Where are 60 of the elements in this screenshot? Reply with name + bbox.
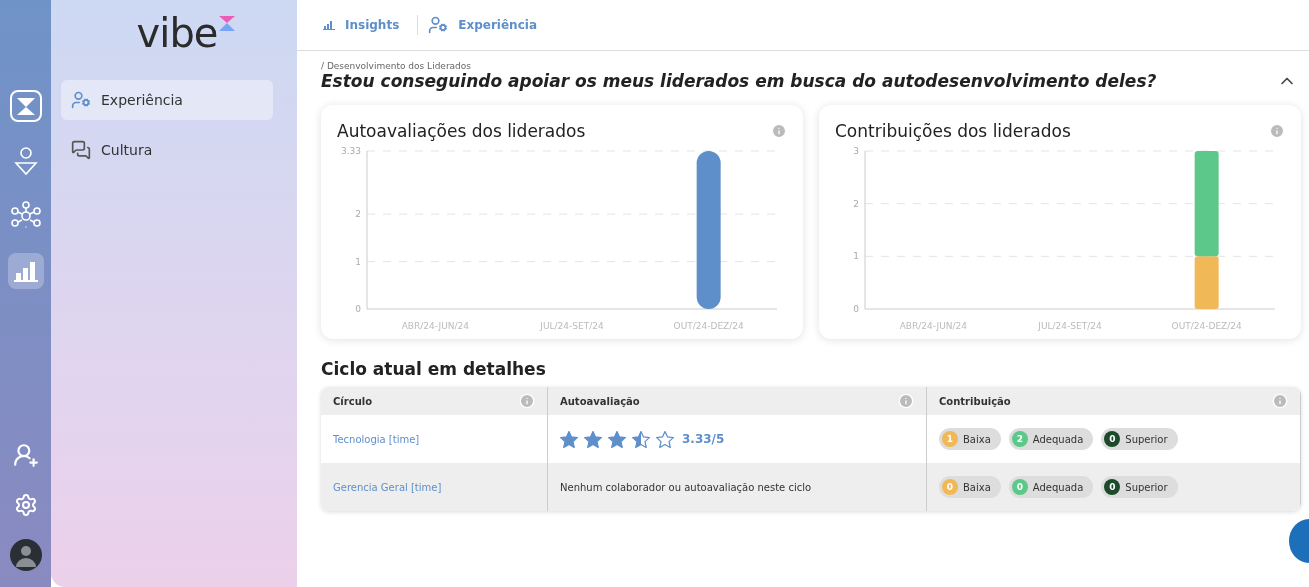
add-user-icon[interactable]	[12, 442, 39, 468]
info-icon[interactable]	[519, 393, 535, 409]
count-dot: 0	[1011, 479, 1028, 495]
count-dot: 1	[942, 431, 958, 447]
section-title: Ciclo atual em detalhes	[321, 359, 547, 379]
chat-icon	[71, 140, 91, 160]
star-icon	[608, 430, 626, 448]
star-icon	[584, 430, 602, 448]
avatar[interactable]	[9, 539, 42, 571]
count-dot: 0	[1104, 431, 1121, 447]
column-label: Contribuição	[939, 395, 1011, 407]
star-outline-icon	[656, 430, 674, 448]
axis-tick-label: 3.33	[340, 146, 361, 156]
info-icon[interactable]	[771, 123, 787, 139]
count-dot: 2	[1011, 431, 1028, 447]
axis-tick-label: 1	[853, 251, 859, 262]
section-question: Estou conseguindo apoiar os meus liderados em busca do autodesenvolvimento deles?	[321, 71, 1157, 91]
bar-chart-icon[interactable]	[13, 260, 38, 282]
info-icon[interactable]	[1269, 123, 1285, 139]
chart-title: Autoavaliações dos liderados	[337, 121, 586, 141]
badge-label: Baixa	[963, 433, 991, 445]
axis-tick-label: 1	[355, 256, 361, 267]
axis-category-label: JUL/24-SET/24	[540, 321, 604, 331]
axis-tick-label: 0	[355, 304, 361, 314]
vibe-logo: vibe	[136, 10, 218, 56]
count-dot: 0	[1104, 479, 1121, 495]
empty-message: Nenhum colaborador ou autoavaliação neste ciclo	[560, 481, 812, 493]
sidebar-item[interactable]: Cultura	[61, 130, 273, 170]
axis-tick-label: 2	[853, 198, 859, 209]
sidebar-item[interactable]: Experiência	[61, 80, 273, 120]
badge-label: Superior	[1125, 433, 1168, 445]
badge-label: Adequada	[1032, 433, 1084, 445]
badge-label: Adequada	[1032, 481, 1084, 493]
circle-link[interactable]: Gerencia Geral [time]	[333, 481, 442, 493]
badge-label: Baixa	[963, 481, 991, 493]
column-label: Círculo	[333, 395, 373, 407]
badge-label: Superior	[1125, 481, 1168, 493]
bar-chart-icon	[323, 20, 335, 30]
axis-tick-label: 2	[355, 209, 361, 220]
info-icon[interactable]	[898, 393, 914, 409]
half-star-icon	[632, 430, 650, 448]
axis-tick-label: 0	[853, 304, 859, 314]
axis-category-label: JUL/24-SET/24	[1038, 321, 1102, 331]
section-breadcrumb: / Desenvolvimento dos Liderados	[321, 61, 472, 71]
axis-category-label: OUT/24-DEZ/24	[1171, 321, 1242, 331]
rail-button[interactable]	[7, 253, 44, 289]
axis-category-label: OUT/24-DEZ/24	[673, 321, 744, 331]
breadcrumb-link[interactable]: Insights	[323, 18, 408, 32]
count-dot: 0	[942, 479, 958, 495]
column-label: Autoavaliação	[560, 395, 640, 407]
breadcrumb-link[interactable]: Experiência	[428, 15, 545, 35]
circle-link[interactable]: Tecnologia [time]	[333, 433, 420, 445]
rating-score: 3.33/5	[682, 432, 725, 446]
axis-category-label: ABR/24-JUN/24	[401, 321, 469, 331]
info-icon[interactable]	[1272, 393, 1288, 409]
chart-title: Contribuições dos liderados	[835, 121, 1071, 141]
axis-tick-label: 3	[853, 146, 859, 156]
star-icon	[560, 430, 578, 448]
settings-icon[interactable]	[13, 493, 38, 517]
axis-category-label: ABR/24-JUN/24	[899, 321, 967, 331]
